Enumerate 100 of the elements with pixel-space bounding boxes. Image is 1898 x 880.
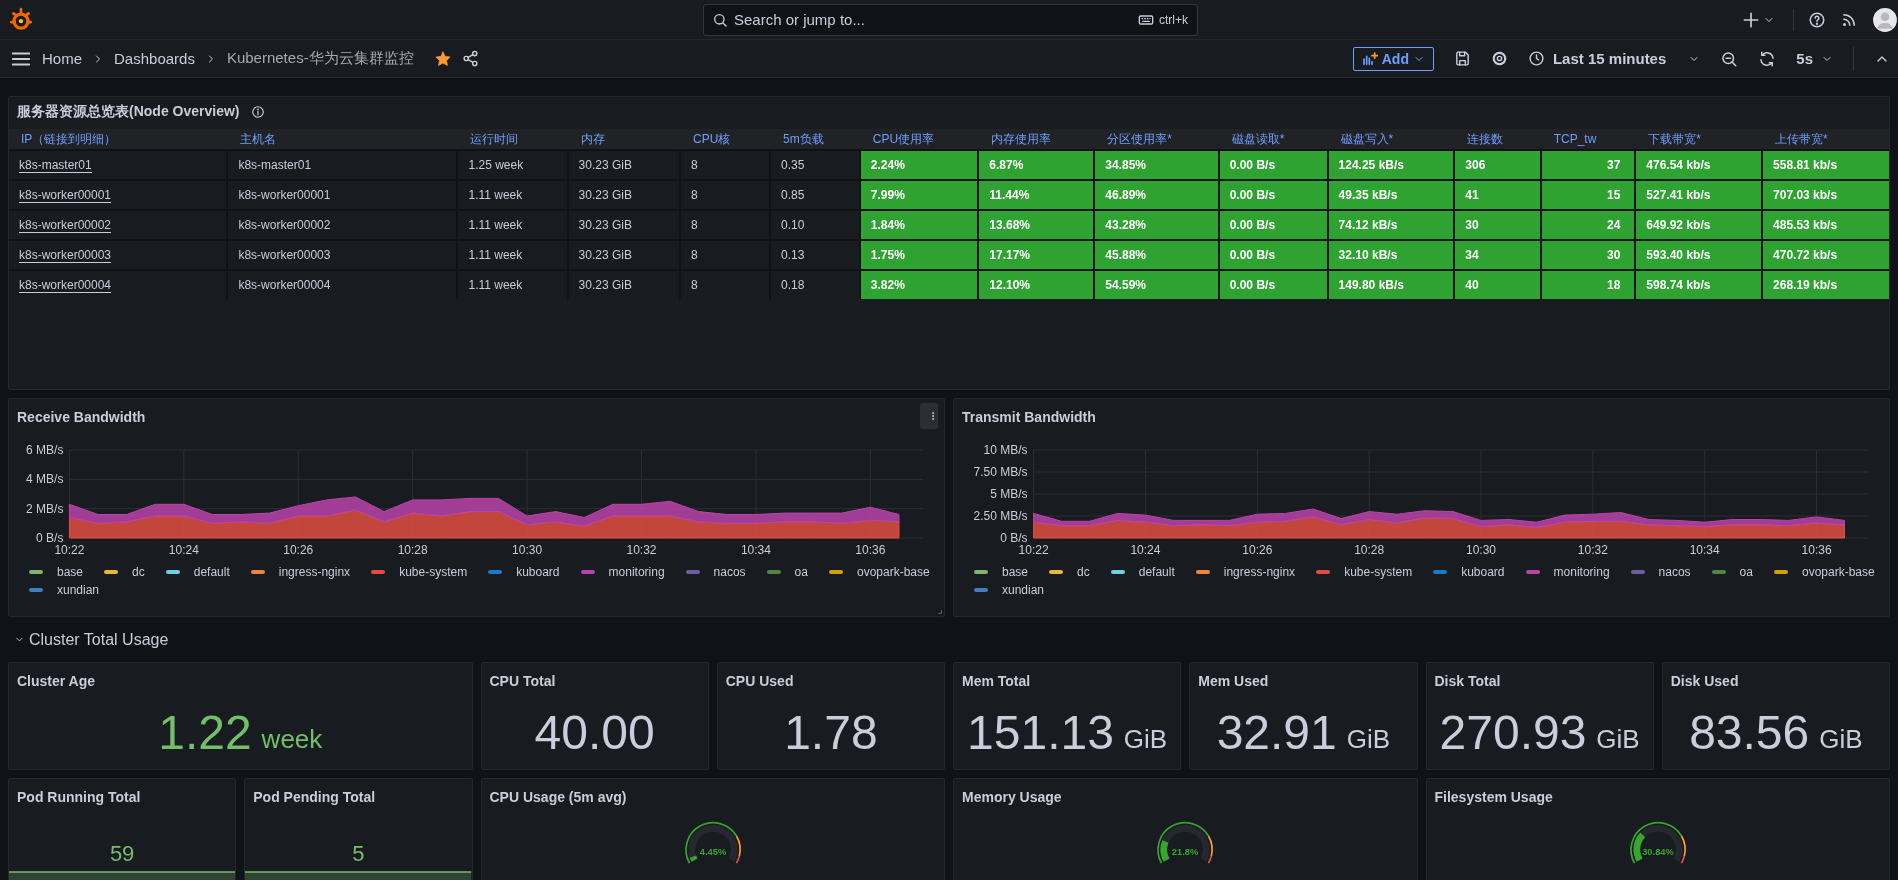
table-cell: k8s-worker00001 [228, 181, 457, 209]
zoom-out-icon[interactable] [1720, 49, 1739, 68]
share-icon[interactable] [461, 50, 479, 67]
legend-label[interactable]: ovopark-base [856, 565, 930, 579]
table-cell: 1.11 week [458, 271, 567, 299]
table-cell: 46.89% [1095, 181, 1218, 209]
table-cell: 43.28% [1095, 211, 1218, 239]
save-icon[interactable] [1453, 50, 1471, 67]
column-header[interactable]: 主机名 [228, 130, 457, 148]
table-cell: 49.35 kB/s [1328, 181, 1454, 209]
column-header[interactable]: CPU使用率 [860, 130, 978, 148]
legend-label[interactable]: dc [132, 565, 145, 579]
clock-icon [1527, 50, 1545, 67]
breadcrumb-link[interactable]: Dashboards [114, 50, 195, 67]
column-header[interactable]: 连接数 [1455, 130, 1540, 148]
column-header[interactable]: CPU核 [681, 130, 769, 148]
legend-label[interactable]: kuboard [1461, 565, 1505, 579]
legend-label[interactable]: base [1002, 565, 1029, 579]
time-range-picker[interactable]: Last 15 minutes [1527, 50, 1701, 67]
table-cell: 30.23 GiB [568, 151, 680, 179]
table-cell: 0.10 [770, 211, 859, 239]
table-cell: 0.13 [770, 241, 859, 269]
legend-label[interactable]: dc [1077, 565, 1090, 579]
refresh-icon[interactable] [1758, 49, 1777, 68]
table-cell: 13.68% [979, 211, 1094, 239]
axis-tick-label: 2 MB/s [26, 501, 64, 516]
table-cell: 34.85% [1095, 151, 1218, 179]
add-button[interactable]: Add [1352, 46, 1434, 71]
stat-value: 151.13 [967, 709, 1114, 757]
node-link[interactable]: k8s-master01 [19, 157, 92, 173]
table-cell: k8s-worker00003 [228, 241, 457, 269]
column-header[interactable]: 分区使用率* [1095, 130, 1218, 148]
legend-label[interactable]: xundian [57, 583, 100, 597]
legend-label[interactable]: nacos [1658, 565, 1691, 579]
column-header[interactable]: TCP_tw [1541, 132, 1635, 146]
gauge-reading: 21.8% [1172, 846, 1199, 857]
axis-tick-label: 10:34 [1689, 543, 1720, 557]
avatar-icon[interactable] [1872, 6, 1898, 33]
star-icon[interactable] [433, 49, 452, 68]
search-icon [712, 11, 728, 28]
table-cell: k8s-worker00004 [228, 271, 457, 299]
row-title[interactable]: Cluster Total Usage [14, 630, 169, 649]
column-header[interactable]: 下载带宽* [1636, 130, 1762, 148]
stat-unit: GiB [1596, 726, 1640, 752]
legend-label[interactable]: oa [794, 565, 808, 579]
legend-label[interactable]: ingress-nginx [1223, 565, 1296, 579]
gauge-reading: 4.45% [699, 846, 726, 857]
stat-value: 270.93 [1439, 709, 1587, 757]
legend-label[interactable]: default [193, 565, 230, 579]
table-cell: 7.99% [860, 181, 978, 209]
column-header[interactable]: 上传带宽* [1763, 130, 1889, 148]
axis-tick-label: 10:24 [168, 543, 199, 557]
table-cell: 30.23 GiB [568, 181, 680, 209]
panel-title: Pod Pending Total [252, 788, 377, 805]
legend-label[interactable]: monitoring [608, 565, 665, 579]
table-cell: 74.12 kB/s [1328, 211, 1454, 239]
table-cell: 0.35 [770, 151, 859, 179]
legend-label[interactable]: ovopark-base [1801, 565, 1875, 579]
axis-tick-label: 10:36 [1801, 543, 1832, 557]
axis-tick-label: 0 B/s [1000, 531, 1028, 545]
table-cell: 30 [1455, 211, 1540, 239]
legend-label[interactable]: kube-system [399, 565, 468, 579]
shortcut-hint: ctrl+k [1159, 12, 1188, 27]
table-cell: 8 [681, 181, 769, 209]
column-header[interactable]: 内存使用率 [979, 130, 1094, 148]
legend-label[interactable]: kube-system [1344, 565, 1413, 579]
panel-title: Memory Usage [961, 788, 1063, 807]
table-cell: 0.00 B/s [1219, 271, 1327, 299]
stat-value: 5 [352, 841, 365, 867]
column-header[interactable]: 内存 [568, 130, 680, 148]
legend-label[interactable]: base [57, 565, 84, 579]
legend-label[interactable]: nacos [713, 565, 746, 579]
legend-label[interactable]: default [1138, 565, 1175, 579]
legend-label[interactable]: ingress-nginx [278, 565, 351, 579]
panel-title: Mem Used [1197, 672, 1270, 691]
legend-label[interactable]: oa [1739, 565, 1753, 579]
table-cell: 24 [1541, 211, 1635, 239]
column-header[interactable]: IP（链接到明细） [9, 130, 227, 148]
table-cell: 30 [1541, 241, 1635, 269]
column-header[interactable]: 磁盘写入* [1328, 130, 1454, 148]
refresh-interval-picker[interactable]: 5s [1796, 50, 1833, 67]
help-icon[interactable] [1808, 10, 1826, 29]
stat-value: 1.22 [158, 709, 252, 757]
stat-value: 1.78 [784, 709, 878, 757]
logo-icon[interactable] [8, 6, 34, 33]
column-header[interactable]: 运行时间 [458, 130, 567, 148]
legend-label[interactable]: monitoring [1553, 565, 1610, 579]
table-cell: 17.17% [979, 241, 1094, 269]
breadcrumb-link[interactable]: Home [42, 50, 82, 67]
stat-unit: week [261, 726, 323, 752]
panel-menu-button[interactable] [920, 403, 938, 429]
table-cell: 593.40 kb/s [1636, 241, 1762, 269]
legend-label[interactable]: xundian [1002, 583, 1045, 597]
info-icon[interactable] [251, 105, 266, 119]
axis-tick-label: 10 MB/s [983, 443, 1028, 457]
legend-label[interactable]: kuboard [516, 565, 560, 579]
column-header[interactable]: 磁盘读取* [1219, 130, 1327, 148]
table-cell: 8 [681, 211, 769, 239]
table-cell: 37 [1541, 151, 1635, 179]
column-header[interactable]: 5m负载 [770, 130, 859, 148]
